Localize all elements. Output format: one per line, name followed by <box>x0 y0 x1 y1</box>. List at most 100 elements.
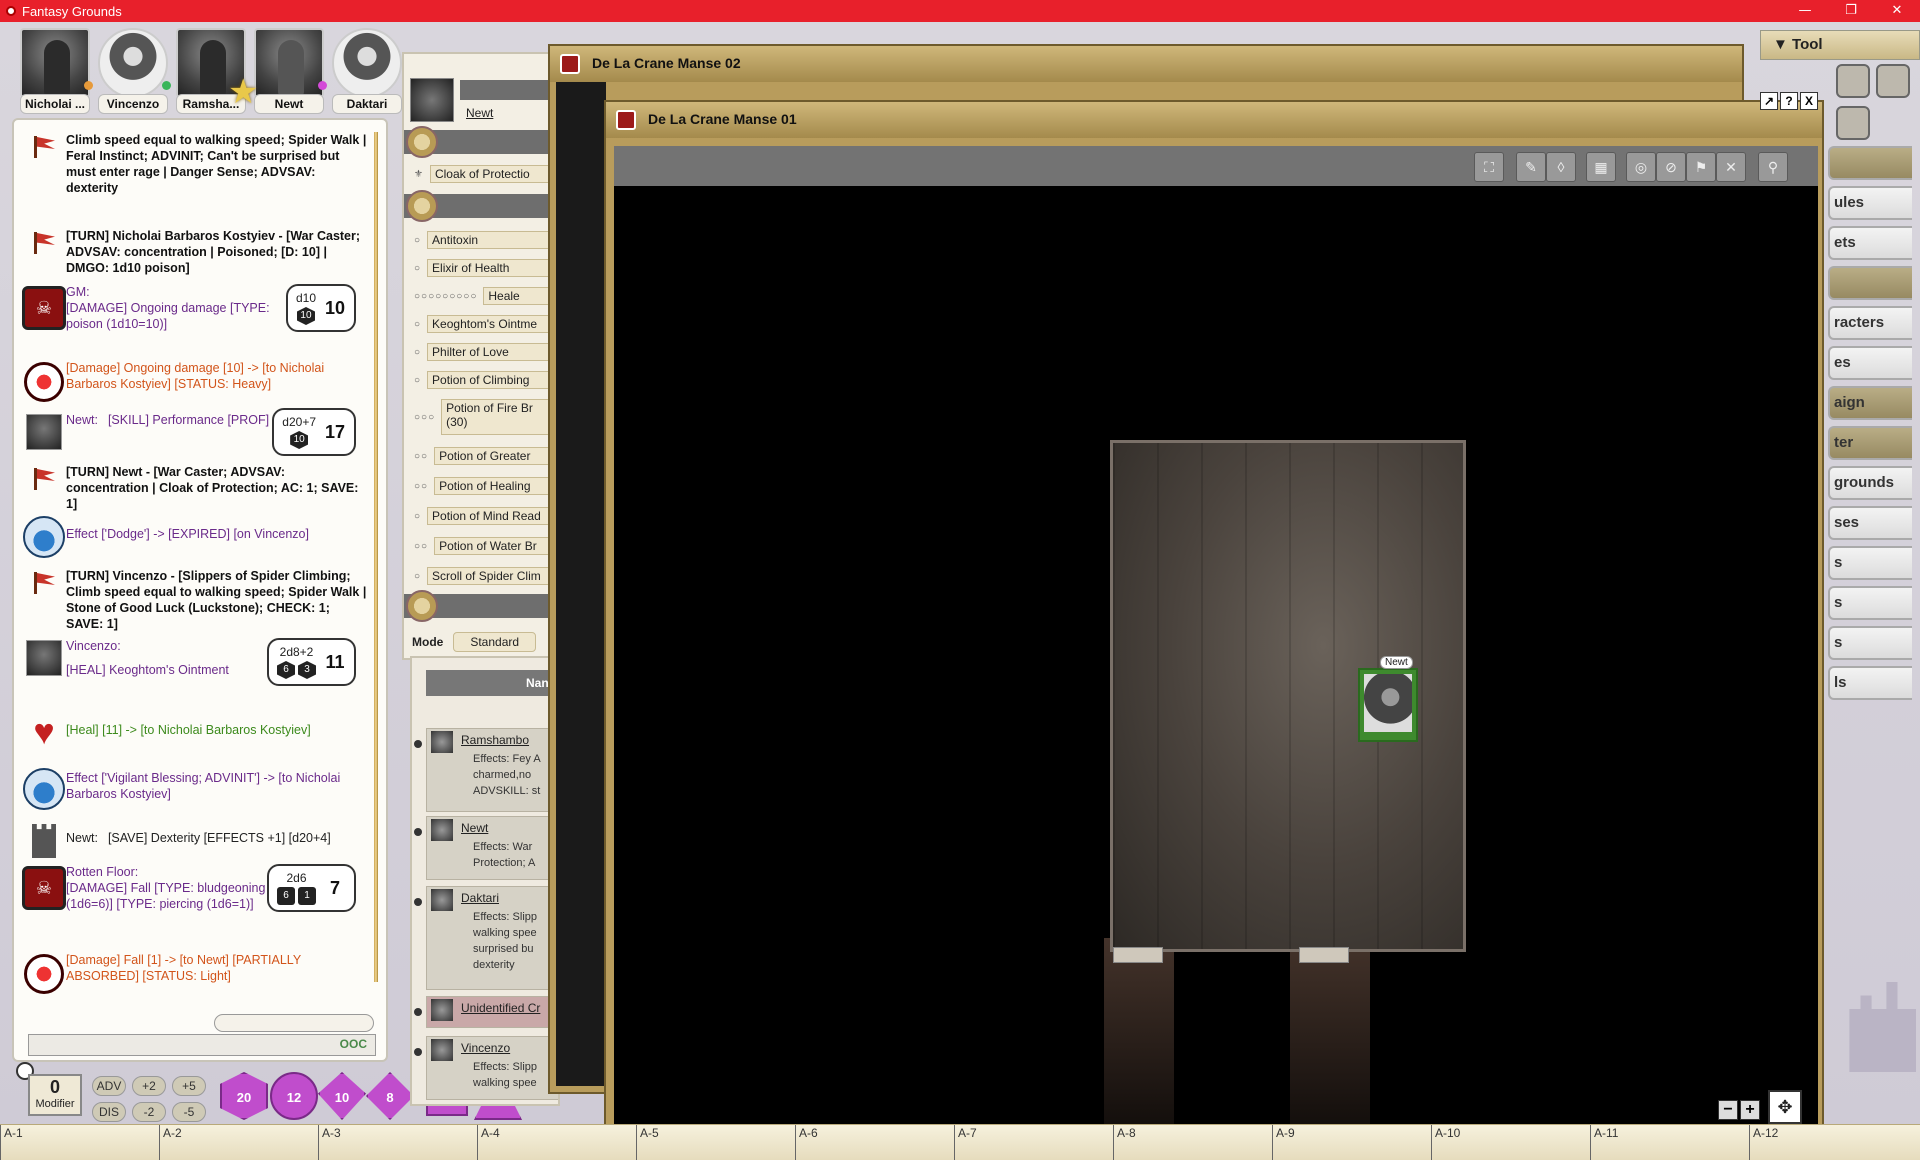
active-dot[interactable] <box>414 898 422 906</box>
inventory-item[interactable]: ○○○○○○○○○ Heale <box>414 286 550 306</box>
calendar-icon[interactable] <box>1836 64 1870 98</box>
portrait-newt[interactable]: Newt <box>254 28 327 114</box>
fullscreen-icon[interactable]: ⛶ <box>1474 152 1504 182</box>
hotkey-slot[interactable]: A-5 <box>636 1125 659 1160</box>
dis-button[interactable]: DIS <box>92 1102 126 1122</box>
plus2-button[interactable]: +2 <box>132 1076 166 1096</box>
restore-button[interactable]: ❐ <box>1828 0 1874 22</box>
inventory-item[interactable]: ○ Keoghtom's Ointme <box>414 314 550 334</box>
map-canvas[interactable]: Newt − + ✥ <box>614 186 1818 1130</box>
inventory-item[interactable]: ⚜ Cloak of Protectio <box>414 164 550 184</box>
chat-input[interactable]: OOC <box>28 1034 376 1056</box>
charges[interactable]: ○ <box>414 263 421 274</box>
combatant-row[interactable]: Vincenzo Effects: Slipp walking spee <box>426 1036 558 1100</box>
charges[interactable]: ○○○○○○○○○ <box>414 291 477 302</box>
close-icon[interactable]: X <box>1800 92 1818 110</box>
sidebar-button-classes[interactable]: ses <box>1828 506 1912 540</box>
charges[interactable]: ○ <box>414 571 421 582</box>
combatant-name[interactable]: Newt <box>461 821 488 835</box>
combatant-name[interactable]: Unidentified Cr <box>461 1001 540 1015</box>
charges[interactable]: ○ <box>414 347 421 358</box>
sidebar-button[interactable] <box>1828 266 1912 300</box>
zoom-out-button[interactable]: − <box>1718 1100 1738 1120</box>
sidebar-button[interactable]: s <box>1828 626 1912 660</box>
link-icon[interactable]: ↗ <box>1760 92 1778 110</box>
settings-gear-icon[interactable] <box>1836 106 1870 140</box>
hotkey-slot[interactable]: A-8 <box>1113 1125 1136 1160</box>
minus2-button[interactable]: -2 <box>132 1102 166 1122</box>
token-newt[interactable]: Newt <box>1358 656 1418 742</box>
chat-scrollbar[interactable] <box>374 132 378 982</box>
recenter-icon[interactable]: ✥ <box>1768 1090 1802 1124</box>
mask-icon[interactable]: ⊘ <box>1656 152 1686 182</box>
inventory-item[interactable]: ○ Potion of Mind Read <box>414 506 550 526</box>
inventory-item[interactable]: ○○ Potion of Water Br <box>414 536 550 556</box>
hotkey-slot[interactable]: A-4 <box>477 1125 500 1160</box>
charges[interactable]: ○○ <box>414 541 428 552</box>
portrait-nicholai[interactable]: Nicholai ... <box>20 28 93 114</box>
hotkey-slot[interactable]: A-2 <box>159 1125 182 1160</box>
d10-die-icon[interactable]: 10 <box>318 1072 366 1120</box>
inventory-item[interactable]: ○ Antitoxin <box>414 230 550 250</box>
window-titlebar[interactable]: De La Crane Manse 02 <box>550 46 1742 82</box>
mode-select[interactable]: Standard <box>453 632 537 652</box>
sidebar-button-backgrounds[interactable]: grounds <box>1828 466 1912 500</box>
hotkey-slot[interactable]: A-11 <box>1590 1125 1618 1160</box>
inventory-item[interactable]: ○ Elixir of Health <box>414 258 550 278</box>
sidebar-button[interactable]: s <box>1828 586 1912 620</box>
combatant-name[interactable]: Ramshambo <box>461 733 529 747</box>
select-icon[interactable]: ▦ <box>1586 152 1616 182</box>
pin-icon[interactable]: ⚲ <box>1758 152 1788 182</box>
inventory-item[interactable]: ○ Scroll of Spider Clim <box>414 566 550 586</box>
sidebar-button-encounter[interactable]: ter <box>1828 426 1912 460</box>
character-name[interactable]: Newt <box>466 106 493 120</box>
sidebar-button[interactable]: s <box>1828 546 1912 580</box>
combatant-name[interactable]: Daktari <box>461 891 499 905</box>
charges[interactable]: ○ <box>414 375 421 386</box>
charges[interactable]: ○ <box>414 511 421 522</box>
charges[interactable]: ○○ <box>414 481 428 492</box>
hotkey-slot[interactable]: A-12 <box>1749 1125 1778 1160</box>
active-dot[interactable] <box>414 828 422 836</box>
inventory-item[interactable]: ○ Potion of Climbing <box>414 370 550 390</box>
window-titlebar[interactable]: De La Crane Manse 01 <box>606 102 1822 138</box>
flag-icon[interactable]: ⚑ <box>1686 152 1716 182</box>
charges[interactable]: ○ <box>414 319 421 330</box>
portrait-vincenzo[interactable]: Vincenzo <box>98 28 171 114</box>
inventory-item[interactable]: ○○ Potion of Healing <box>414 476 550 496</box>
charges[interactable]: ○○ <box>414 451 428 462</box>
combatant-row[interactable]: Unidentified Cr <box>426 996 558 1028</box>
ooc-toggle[interactable]: OOC <box>340 1037 367 1051</box>
paint-icon[interactable]: ✎ <box>1516 152 1546 182</box>
palette-icon[interactable] <box>1876 64 1910 98</box>
sidebar-button[interactable] <box>1828 146 1912 180</box>
hotkey-slot[interactable]: A-6 <box>795 1125 818 1160</box>
help-icon[interactable]: ? <box>1780 92 1798 110</box>
adv-button[interactable]: ADV <box>92 1076 126 1096</box>
hotkey-slot[interactable]: A-9 <box>1272 1125 1295 1160</box>
inventory-item[interactable]: ○○○ Potion of Fire Br (30) <box>414 398 550 436</box>
sidebar-button-sets[interactable]: ets <box>1828 226 1912 260</box>
delete-icon[interactable]: ✕ <box>1716 152 1746 182</box>
sidebar-button-rules[interactable]: ules <box>1828 186 1912 220</box>
map-view[interactable] <box>556 82 606 1086</box>
sidebar-button-campaign[interactable]: aign <box>1828 386 1912 420</box>
minimize-button[interactable]: — <box>1782 0 1828 22</box>
hotkey-slot[interactable]: A-3 <box>318 1125 341 1160</box>
charges[interactable]: ○ <box>414 235 421 246</box>
hotkey-slot[interactable]: A-7 <box>954 1125 977 1160</box>
sidebar-button-characters[interactable]: racters <box>1828 306 1912 340</box>
combatant-row[interactable]: Daktari Effects: Slipp walking spee surp… <box>426 886 558 990</box>
chat-mode-select[interactable] <box>214 1014 374 1032</box>
minus5-button[interactable]: -5 <box>172 1102 206 1122</box>
plus5-button[interactable]: +5 <box>172 1076 206 1096</box>
modifier-box[interactable]: 0 Modifier <box>28 1074 82 1116</box>
sidebar-button-notes[interactable]: es <box>1828 346 1912 380</box>
tool-tab[interactable]: ▼ Tool <box>1760 30 1920 60</box>
hotkey-slot[interactable]: A-10 <box>1431 1125 1460 1160</box>
d20-die-icon[interactable]: 20 <box>220 1072 268 1120</box>
combatant-row[interactable]: Ramshambo Effects: Fey A charmed,no ADVS… <box>426 728 558 812</box>
target-icon[interactable]: ◎ <box>1626 152 1656 182</box>
zoom-in-button[interactable]: + <box>1740 1100 1760 1120</box>
active-dot[interactable] <box>414 1008 422 1016</box>
